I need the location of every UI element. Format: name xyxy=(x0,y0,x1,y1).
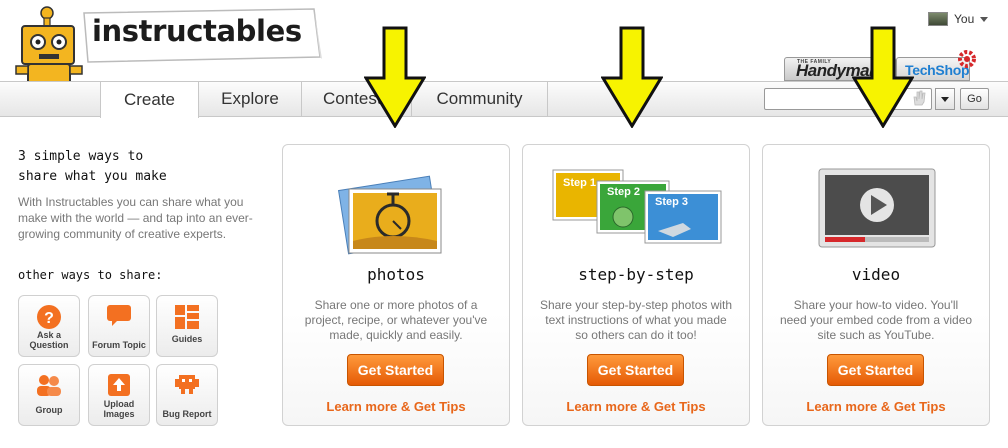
video-illustration xyxy=(818,168,936,248)
card-description: Share one or more photos of a project, r… xyxy=(304,298,488,342)
card-description: Share your step-by-step photos with text… xyxy=(539,298,733,342)
people-icon xyxy=(37,375,61,396)
tab-explore[interactable]: Explore xyxy=(199,81,302,117)
sidebar-title: 3 simple ways to share what you make xyxy=(18,147,198,187)
chevron-down-icon xyxy=(941,96,949,102)
question-icon: ? xyxy=(37,305,61,329)
bug-report-label: Bug Report xyxy=(162,409,212,419)
guides-button[interactable]: Guides xyxy=(156,295,218,357)
logo-text[interactable]: instructables xyxy=(92,14,302,48)
step-by-step-illustration xyxy=(552,169,722,244)
sidebar-title-line2: share what you make xyxy=(18,169,167,184)
yellow-arrow-down-icon xyxy=(364,26,426,128)
sidebar-description: With Instructables you can share what yo… xyxy=(18,195,253,241)
card-title: step-by-step xyxy=(578,265,694,284)
step-by-step-learn-more-link[interactable]: Learn more & Get Tips xyxy=(523,399,749,414)
ask-question-button[interactable]: ? Ask a Question xyxy=(18,295,80,357)
search-scope-dropdown[interactable] xyxy=(935,88,955,110)
avatar xyxy=(928,12,948,26)
ask-question-label: Ask a Question xyxy=(29,330,69,350)
tab-community[interactable]: Community xyxy=(412,81,548,117)
gear-icon xyxy=(958,50,976,68)
video-card: video Share your how-to video. You'll ne… xyxy=(762,144,990,426)
upload-images-label: Upload Images xyxy=(103,399,135,419)
photos-get-started-button[interactable]: Get Started xyxy=(347,354,444,386)
grid-icon xyxy=(175,305,199,329)
user-menu[interactable]: You xyxy=(928,10,989,28)
speech-bubble-icon xyxy=(107,305,131,326)
step-by-step-card: Step 1 Step 2 Step 3 step-by-step Share … xyxy=(522,144,750,426)
video-learn-more-link[interactable]: Learn more & Get Tips xyxy=(763,399,989,414)
sidebar-title-line1: 3 simple ways to xyxy=(18,149,144,164)
step-2-label: Step 2 xyxy=(607,186,641,198)
photos-illustration xyxy=(337,175,442,255)
card-description: Share your how-to video. You'll need you… xyxy=(779,298,973,342)
search-go-button[interactable]: Go xyxy=(960,88,989,110)
forum-topic-label: Forum Topic xyxy=(92,340,146,350)
upload-images-button[interactable]: Upload Images xyxy=(88,364,150,426)
photos-learn-more-link[interactable]: Learn more & Get Tips xyxy=(283,399,509,414)
page-root: instructables You THE FAMILY Handyman Te… xyxy=(0,0,1008,448)
group-label: Group xyxy=(35,405,63,415)
step-by-step-get-started-button[interactable]: Get Started xyxy=(587,354,684,386)
chevron-down-icon xyxy=(980,16,989,22)
user-name: You xyxy=(954,12,975,26)
guides-label: Guides xyxy=(171,334,203,344)
step-1-label: Step 1 xyxy=(563,177,597,189)
card-title: video xyxy=(851,265,901,284)
tab-create[interactable]: Create xyxy=(100,81,199,118)
svg-text:?: ? xyxy=(44,310,54,327)
card-title: photos xyxy=(367,265,425,284)
upload-icon xyxy=(108,374,130,396)
step-3-label: Step 3 xyxy=(655,196,689,208)
bug-icon xyxy=(175,375,199,394)
photos-card: photos Share one or more photos of a pro… xyxy=(282,144,510,426)
other-ways-label: other ways to share: xyxy=(18,268,163,282)
yellow-arrow-down-icon xyxy=(852,26,914,128)
forum-topic-button[interactable]: Forum Topic xyxy=(88,295,150,357)
bug-report-button[interactable]: Bug Report xyxy=(156,364,218,426)
group-button[interactable]: Group xyxy=(18,364,80,426)
yellow-arrow-down-icon xyxy=(601,26,663,128)
video-get-started-button[interactable]: Get Started xyxy=(827,354,924,386)
